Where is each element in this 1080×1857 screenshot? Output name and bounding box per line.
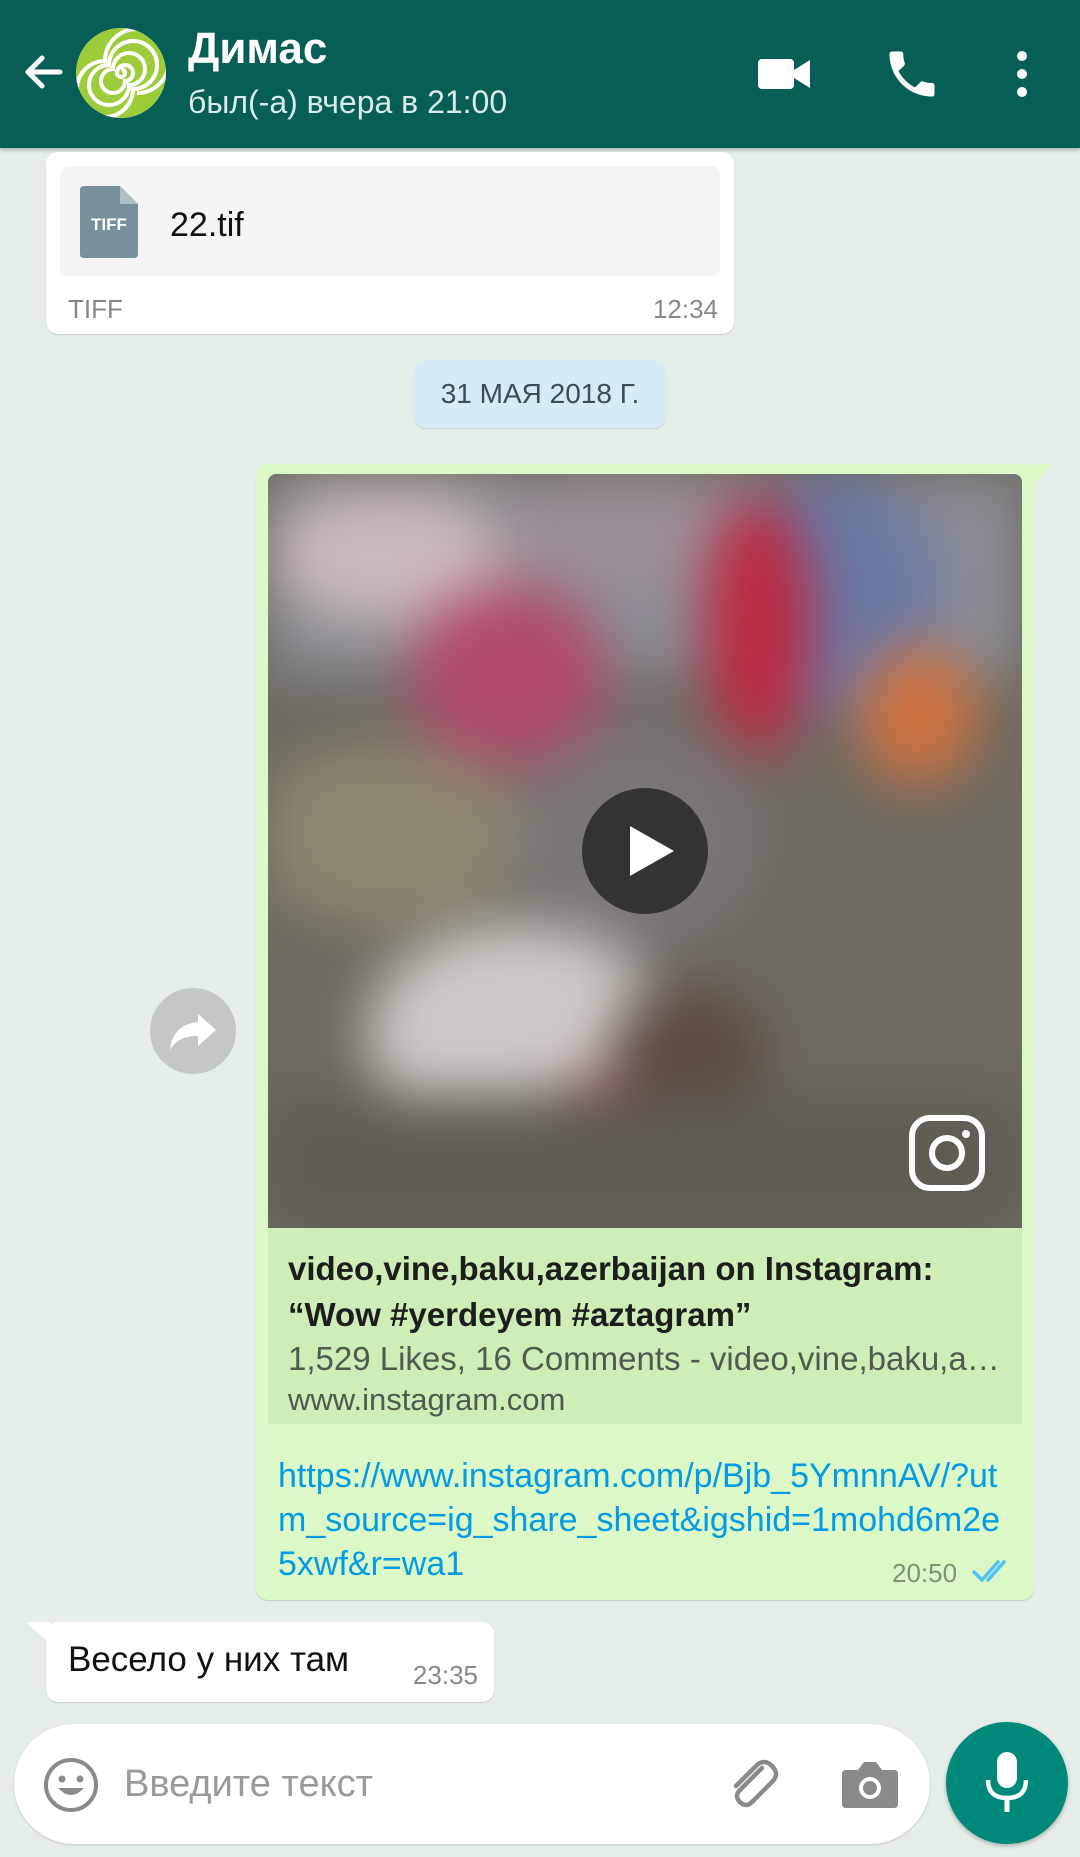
message-time: 20:50 [892, 1558, 958, 1588]
link-preview-title: video,vine,baku,azerbaijan on Instagram:… [288, 1250, 934, 1333]
arrow-left-icon [25, 55, 63, 89]
tiff-file-icon: TIFF [80, 186, 138, 258]
date-separator: 31 МАЯ 2018 Г. [414, 360, 666, 428]
voice-record-button[interactable] [946, 1722, 1068, 1844]
file-name: 22.tif [170, 206, 244, 244]
svg-text:TIFF: TIFF [91, 215, 127, 234]
link-preview-description: 1,529 Likes, 16 Comments - video,vine,ba… [288, 1340, 1010, 1377]
more-options-button[interactable] [1000, 44, 1044, 104]
back-button[interactable] [16, 44, 72, 100]
play-button[interactable] [582, 788, 708, 914]
link-preview-meta[interactable]: video,vine,baku,azerbaijan on Instagram:… [268, 1228, 1022, 1424]
voice-call-button[interactable] [882, 44, 942, 104]
message-text: Весело у них там [68, 1640, 350, 1679]
message-composer [14, 1724, 930, 1844]
video-call-icon [758, 59, 810, 89]
phone-icon [889, 51, 935, 97]
message-input[interactable] [124, 1754, 604, 1814]
contact-name[interactable]: Димас [188, 24, 327, 74]
instagram-icon [909, 1115, 985, 1191]
camera-icon[interactable] [840, 1756, 900, 1812]
file-attachment[interactable]: TIFF 22.tif [60, 166, 720, 276]
link-message[interactable]: video,vine,baku,azerbaijan on Instagram:… [256, 464, 1034, 1600]
forward-button[interactable] [150, 988, 236, 1074]
chat-header: Димас был(-а) вчера в 21:00 [0, 0, 1080, 148]
link-preview-domain: www.instagram.com [288, 1382, 566, 1417]
contact-status: был(-а) вчера в 21:00 [188, 84, 508, 120]
file-message[interactable]: TIFF 22.tif TIFF 12:34 [46, 152, 734, 334]
message-time: 23:35 [412, 1660, 478, 1690]
forward-icon [170, 1014, 216, 1050]
link-preview-image[interactable] [268, 474, 1022, 1228]
text-message[interactable]: Весело у них там 23:35 [46, 1622, 494, 1702]
read-ticks-icon [972, 1560, 1006, 1583]
emoji-icon[interactable] [42, 1756, 100, 1814]
message-time: 12:34 [652, 294, 718, 324]
attach-icon[interactable] [722, 1754, 782, 1814]
avatar[interactable] [76, 28, 166, 118]
mic-icon [985, 1752, 1029, 1812]
file-type: TIFF [68, 294, 123, 324]
video-call-button[interactable] [754, 44, 814, 104]
more-vert-icon [1017, 51, 1027, 97]
